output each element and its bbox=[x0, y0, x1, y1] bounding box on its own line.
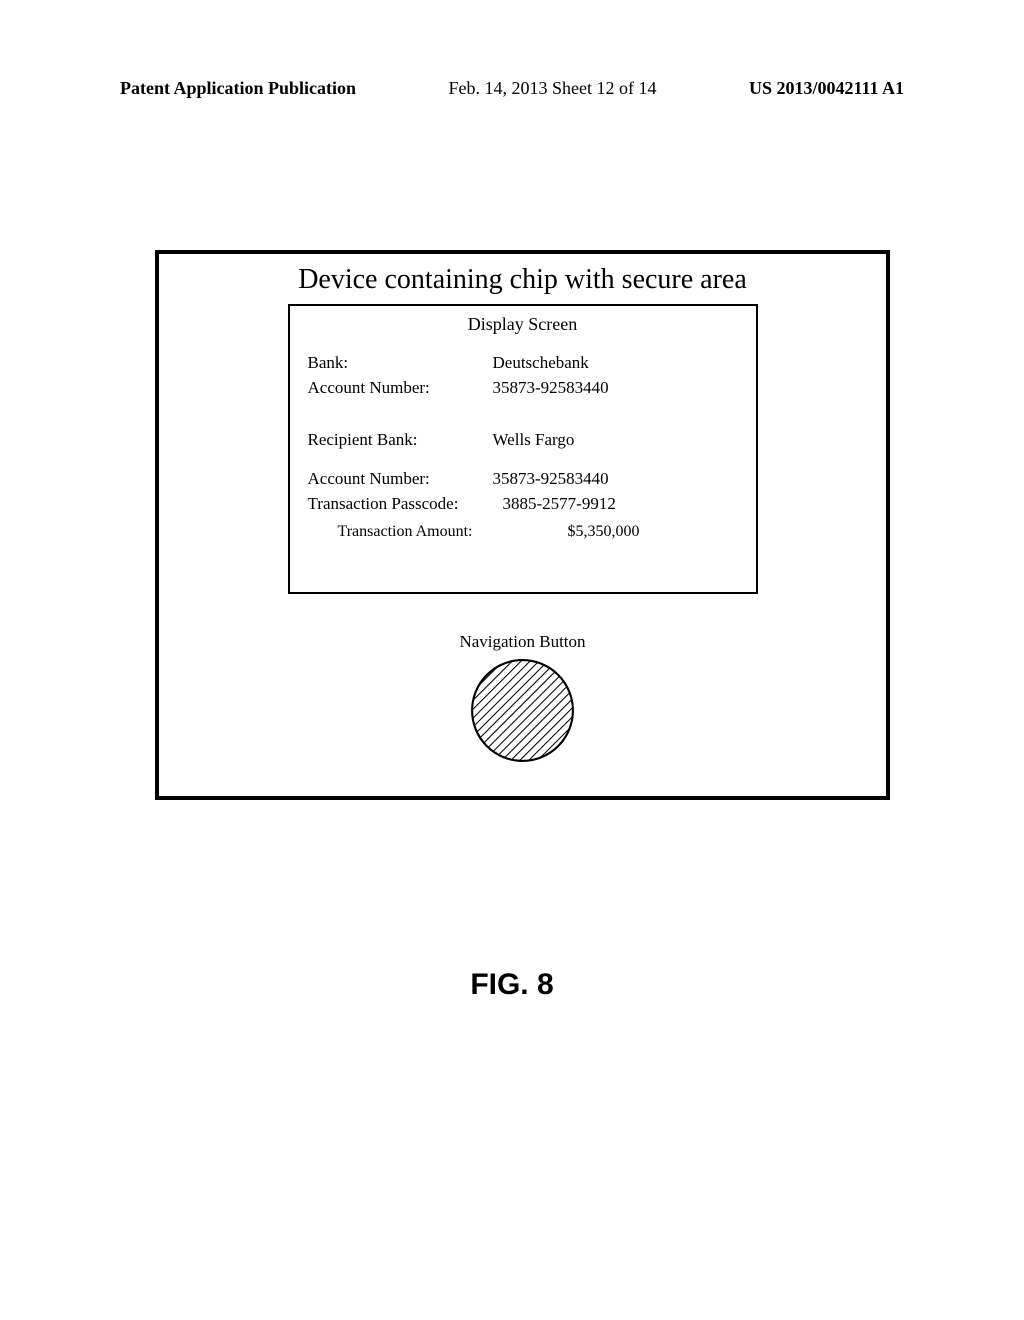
nav-button-label: Navigation Button bbox=[159, 632, 886, 652]
screen-title: Display Screen bbox=[308, 314, 738, 335]
row-account: Account Number: 35873-92583440 bbox=[308, 376, 738, 401]
account2-label: Account Number: bbox=[308, 467, 493, 492]
page-header: Patent Application Publication Feb. 14, … bbox=[0, 78, 1024, 99]
account-value: 35873-92583440 bbox=[493, 376, 738, 401]
account-label: Account Number: bbox=[308, 376, 493, 401]
passcode-value: 3885-2577-9912 bbox=[503, 492, 738, 517]
spacer-small bbox=[308, 453, 738, 467]
display-screen: Display Screen Bank: Deutschebank Accoun… bbox=[288, 304, 758, 594]
navigation-button-icon[interactable] bbox=[470, 658, 575, 763]
row-account2: Account Number: 35873-92583440 bbox=[308, 467, 738, 492]
header-left: Patent Application Publication bbox=[120, 78, 356, 99]
device-title: Device containing chip with secure area bbox=[159, 264, 886, 296]
amount-value: $5,350,000 bbox=[518, 520, 738, 544]
recipient-bank-value: Wells Fargo bbox=[493, 428, 738, 453]
bank-label: Bank: bbox=[308, 351, 493, 376]
nav-button-wrap bbox=[159, 658, 886, 763]
device-box: Device containing chip with secure area … bbox=[155, 250, 890, 800]
account2-value: 35873-92583440 bbox=[493, 467, 738, 492]
header-center: Feb. 14, 2013 Sheet 12 of 14 bbox=[449, 78, 657, 99]
row-passcode: Transaction Passcode: 3885-2577-9912 bbox=[308, 492, 738, 517]
bank-value: Deutschebank bbox=[493, 351, 738, 376]
amount-label: Transaction Amount: bbox=[308, 520, 518, 544]
header-right: US 2013/0042111 A1 bbox=[749, 78, 904, 99]
row-bank: Bank: Deutschebank bbox=[308, 351, 738, 376]
row-recipient-bank: Recipient Bank: Wells Fargo bbox=[308, 428, 738, 453]
spacer bbox=[308, 400, 738, 428]
row-amount: Transaction Amount: $5,350,000 bbox=[308, 520, 738, 544]
passcode-label: Transaction Passcode: bbox=[308, 492, 503, 517]
recipient-bank-label: Recipient Bank: bbox=[308, 428, 493, 453]
figure-label: FIG. 8 bbox=[0, 968, 1024, 1002]
